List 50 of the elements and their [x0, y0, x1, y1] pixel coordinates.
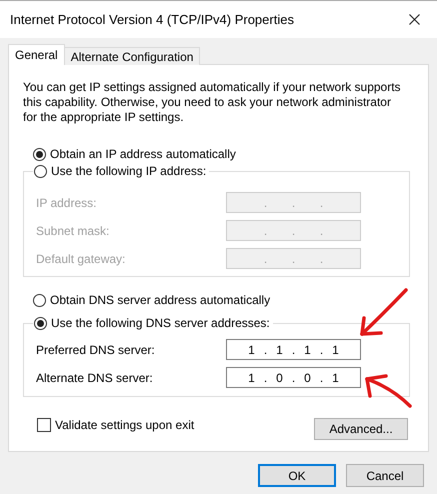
field-label: Subnet mask:	[36, 222, 110, 240]
radio-label[interactable]: Obtain an IP address automatically	[50, 145, 236, 163]
annotation-arrow	[360, 288, 408, 336]
field-label: Default gateway:	[36, 250, 126, 268]
radio-button[interactable]	[34, 316, 47, 330]
dialog-button[interactable]: OK	[258, 464, 336, 487]
dot-separator: .	[290, 222, 296, 240]
radio-label[interactable]: Use the following DNS server addresses:	[51, 314, 270, 332]
dot-separator: .	[290, 194, 296, 212]
radio-button[interactable]	[34, 164, 47, 178]
field-label: IP address:	[36, 194, 98, 212]
dot-separator: .	[318, 370, 324, 386]
field-label: Preferred DNS server:	[36, 342, 156, 358]
dot-separator: .	[290, 370, 296, 386]
octet-text: 0	[303, 370, 312, 386]
dot-separator: .	[318, 250, 324, 268]
dot-separator: .	[318, 194, 324, 212]
tab[interactable]: General	[8, 44, 65, 65]
dialog-button[interactable]: Cancel	[346, 464, 424, 487]
radio-label[interactable]: Use the following IP address:	[51, 162, 206, 180]
dot-separator: .	[290, 250, 296, 268]
tab[interactable]: Alternate Configuration	[64, 47, 200, 65]
radio-button[interactable]	[33, 294, 46, 306]
octet-text: 1	[331, 370, 340, 386]
ip-address-field[interactable]: 1 . 0 . 0 . 1	[226, 367, 361, 388]
dot-separator: .	[262, 222, 268, 240]
octet-text: 1	[275, 342, 284, 358]
annotation-arrow	[365, 374, 412, 408]
checkbox-label[interactable]: Validate settings upon exit	[55, 416, 194, 434]
dot-separator: .	[290, 342, 296, 358]
octet-text: 1	[331, 342, 340, 358]
field-label: Alternate DNS server:	[36, 370, 154, 386]
octet-text: 1	[303, 342, 312, 358]
advanced-button[interactable]: Advanced...	[314, 418, 408, 440]
dot-separator: .	[262, 342, 268, 358]
checkbox[interactable]	[37, 418, 51, 432]
radio-label[interactable]: Obtain DNS server address automatically	[50, 291, 270, 309]
ip-address-field[interactable]: 1 . 1 . 1 . 1	[226, 339, 361, 360]
dot-separator: .	[262, 370, 268, 386]
window-title: Internet Protocol Version 4 (TCP/IPv4) Properties	[10, 10, 294, 29]
octet-text: 1	[247, 370, 256, 386]
close-icon	[408, 14, 420, 25]
octet-text: 0	[275, 370, 284, 386]
octet-text: 1	[247, 342, 256, 358]
dot-separator: .	[318, 222, 324, 240]
radio-button[interactable]	[33, 148, 46, 160]
dot-separator: .	[262, 194, 268, 212]
description-text: You can get IP settings assigned automatically if your network supports this capability. Otherwise, you need to ask your network administrator for the appropriate IP settings.	[23, 80, 402, 125]
dot-separator: .	[318, 342, 324, 358]
dot-separator: .	[262, 250, 268, 268]
